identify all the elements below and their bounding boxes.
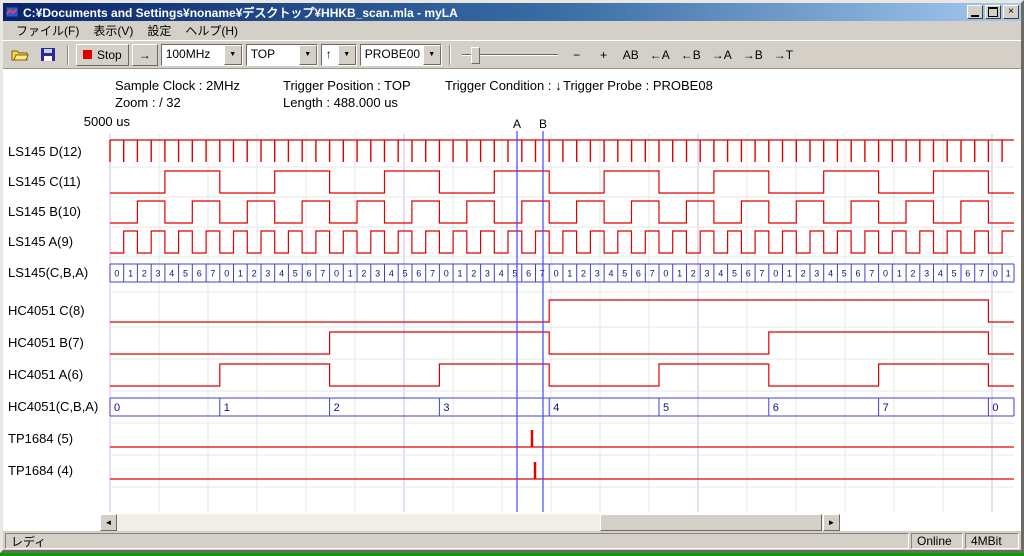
waveform-client-area <box>3 69 1021 531</box>
chevron-down-icon[interactable]: ▼ <box>423 45 441 65</box>
goto-trigger-button[interactable]: →T <box>770 44 797 66</box>
scrollbar-thumb[interactable] <box>600 514 822 531</box>
toolbar-separator <box>67 45 69 65</box>
scroll-left-icon: ◄ <box>105 518 113 527</box>
menu-view[interactable]: 表示(V) <box>86 20 140 41</box>
menu-help[interactable]: ヘルプ(H) <box>178 20 245 41</box>
scroll-left-button[interactable]: ◄ <box>100 514 117 531</box>
trigger-edge-value: ↑ <box>322 45 338 65</box>
minimize-icon <box>971 15 979 17</box>
trigger-probe-select[interactable]: PROBE00 ▼ <box>360 44 442 66</box>
trigger-probe-value: PROBE00 <box>361 45 423 65</box>
trigger-position-info: Trigger Position : TOP <box>283 78 411 93</box>
app-icon <box>5 5 19 19</box>
trigger-edge-select[interactable]: ↑ ▼ <box>321 44 357 66</box>
menubar: ファイル(F) 表示(V) 設定 ヘルプ(H) <box>3 21 1021 40</box>
menu-file[interactable]: ファイル(F) <box>9 20 86 41</box>
close-button[interactable]: × <box>1003 5 1019 19</box>
ab-measure-button[interactable]: AB <box>619 44 643 66</box>
zoom-out-button[interactable]: − <box>565 44 589 66</box>
trigger-position-value: TOP <box>247 45 299 65</box>
window-title: C:¥Documents and Settings¥noname¥デスクトップ¥… <box>23 4 967 21</box>
floppy-icon <box>41 48 56 62</box>
stop-icon <box>83 50 92 59</box>
length-info: Length : 488.000 us <box>283 95 398 110</box>
chevron-down-icon[interactable]: ▼ <box>338 45 356 65</box>
status-online: Online <box>911 533 963 549</box>
chevron-down-icon[interactable]: ▼ <box>224 45 242 65</box>
zoom-info: Zoom : / 32 <box>115 95 181 110</box>
toolbar: Stop → 100MHz ▼ TOP ▼ ↑ ▼ PROBE00 ▼ − + … <box>3 40 1021 69</box>
trigger-position-select[interactable]: TOP ▼ <box>246 44 318 66</box>
maximize-button[interactable] <box>985 5 1001 19</box>
stop-label: Stop <box>97 48 122 62</box>
statusbar: レディ Online 4MBit <box>3 532 1021 550</box>
scroll-right-icon: ► <box>828 518 836 527</box>
menu-settings[interactable]: 設定 <box>140 20 178 41</box>
open-button[interactable] <box>7 44 33 66</box>
zoom-slider[interactable] <box>462 45 558 65</box>
sample-clock-info: Sample Clock : 2MHz <box>115 78 240 93</box>
minimize-button[interactable] <box>967 5 983 19</box>
maximize-icon <box>988 7 998 17</box>
next-marker-b-button[interactable]: →B <box>739 44 767 66</box>
zoom-slider-thumb[interactable] <box>471 47 480 64</box>
desktop: C:¥Documents and Settings¥noname¥デスクトップ¥… <box>0 0 1024 556</box>
zoom-in-button[interactable]: + <box>592 44 616 66</box>
close-icon: × <box>1008 7 1014 17</box>
prev-marker-a-button[interactable]: ←A <box>646 44 674 66</box>
sample-clock-value: 100MHz <box>162 45 224 65</box>
trigger-probe-info: Trigger Probe : PROBE08 <box>563 78 713 93</box>
folder-open-icon <box>11 48 29 62</box>
scroll-right-button[interactable]: ► <box>823 514 840 531</box>
trigger-condition-info: Trigger Condition : ↓ <box>445 78 562 93</box>
status-memory: 4MBit <box>965 533 1019 549</box>
toolbar-separator <box>449 45 451 65</box>
status-message: レディ <box>5 533 909 549</box>
chevron-down-icon[interactable]: ▼ <box>299 45 317 65</box>
horizontal-scrollbar[interactable]: ◄ ► <box>100 514 840 531</box>
save-button[interactable] <box>36 44 60 66</box>
next-marker-a-button[interactable]: →A <box>708 44 736 66</box>
stop-button[interactable]: Stop <box>76 44 129 66</box>
run-button[interactable]: → <box>132 44 158 66</box>
sample-clock-select[interactable]: 100MHz ▼ <box>161 44 243 66</box>
titlebar[interactable]: C:¥Documents and Settings¥noname¥デスクトップ¥… <box>3 3 1021 21</box>
prev-marker-b-button[interactable]: ←B <box>677 44 705 66</box>
